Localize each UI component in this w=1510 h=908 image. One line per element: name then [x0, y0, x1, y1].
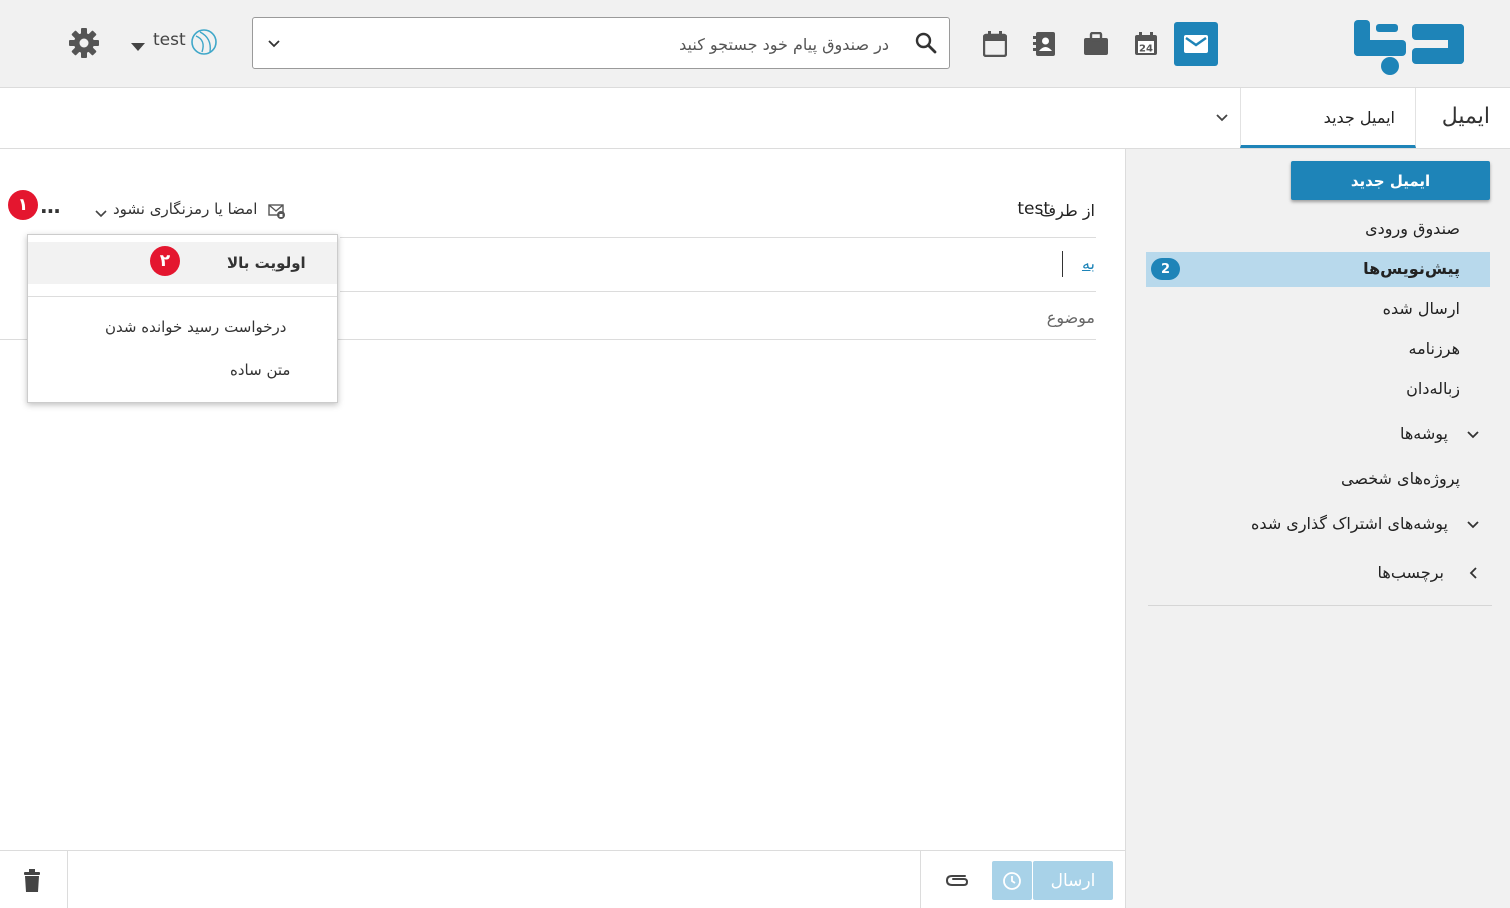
schedule-send-button[interactable]	[992, 861, 1032, 900]
message-body-editor[interactable]	[0, 341, 1124, 849]
shared-folders-chevron-down-icon[interactable]	[1466, 517, 1480, 536]
contacts-icon[interactable]	[1023, 22, 1067, 66]
briefcase-icon[interactable]	[1074, 22, 1118, 66]
mail-app-icon[interactable]	[1174, 22, 1218, 66]
menu-item-read-receipt[interactable]: درخواست رسید خوانده شدن	[105, 318, 286, 336]
footer-divider-left	[67, 851, 68, 908]
to-label-link[interactable]: به	[1082, 254, 1095, 273]
tab-new-email[interactable]: ایمیل جدید	[1240, 88, 1416, 148]
sidebar-item-spam[interactable]: هرزنامه	[1409, 339, 1460, 358]
more-options-button[interactable]: ...	[40, 194, 61, 218]
from-value[interactable]: test	[1017, 199, 1050, 219]
sidebar-item-sent[interactable]: ارسال شده	[1383, 299, 1460, 318]
annotation-badge-1: ۱	[8, 190, 38, 220]
sidebar-item-drafts-label[interactable]: پیش‌نویس‌ها	[1363, 259, 1460, 278]
annotation-badge-2: ۲	[150, 246, 180, 276]
sidebar-item-shared-folders[interactable]: پوشه‌های اشتراک گذاری شده	[1251, 514, 1448, 533]
calendar-icon[interactable]	[973, 22, 1017, 66]
search-icon[interactable]	[915, 32, 937, 58]
app-title: ایمیل	[1441, 104, 1490, 129]
settings-gear-icon[interactable]	[68, 27, 100, 63]
sidebar-item-labels[interactable]: برچسب‌ها	[1378, 563, 1444, 582]
envelope-lock-icon	[268, 202, 286, 224]
to-divider	[340, 291, 1096, 292]
sidebar-item-inbox[interactable]: صندوق ورودی	[1365, 219, 1460, 238]
sidebar-divider	[1148, 605, 1492, 606]
search-options-chevron-icon[interactable]	[267, 36, 281, 55]
sidebar-item-trash[interactable]: زباله‌دان	[1406, 379, 1460, 398]
subject-field[interactable]: موضوع	[1047, 308, 1095, 327]
menu-divider	[28, 296, 337, 297]
account-avatar[interactable]	[188, 26, 220, 62]
toka-logo[interactable]	[1350, 10, 1470, 78]
attachment-paperclip-icon[interactable]	[944, 870, 970, 894]
footer-divider-right	[920, 851, 921, 908]
to-field-cursor	[1062, 251, 1063, 277]
search-box[interactable]	[252, 17, 950, 69]
tabs-dropdown-chevron-icon[interactable]	[1203, 88, 1240, 148]
security-option-select[interactable]: امضا یا رمزنگاری نشود	[113, 200, 257, 218]
security-chevron-down-icon[interactable]	[94, 205, 108, 224]
calendar-24-icon[interactable]: 24	[1124, 22, 1168, 66]
menu-item-high-priority-label[interactable]: اولویت بالا	[227, 254, 306, 272]
trash-icon[interactable]	[22, 869, 42, 897]
search-input[interactable]	[329, 30, 889, 58]
labels-chevron-left-icon[interactable]	[1467, 565, 1481, 584]
account-name[interactable]: test	[153, 30, 186, 50]
clock-icon	[1003, 871, 1021, 890]
from-divider	[340, 237, 1096, 238]
drafts-count-badge: 2	[1151, 258, 1180, 280]
menu-item-plain-text[interactable]: متن ساده	[230, 361, 290, 379]
sidebar-item-folders[interactable]: پوشه‌ها	[1400, 424, 1448, 443]
account-dropdown-caret-icon[interactable]	[130, 37, 146, 56]
sidebar-item-personal-projects[interactable]: پروژه‌های شخصی	[1341, 469, 1460, 488]
new-email-button[interactable]: ایمیل جدید	[1291, 161, 1490, 200]
send-button[interactable]: ارسال	[1033, 861, 1113, 900]
folders-chevron-down-icon[interactable]	[1466, 427, 1480, 446]
calendar-day-number: 24	[1139, 44, 1153, 55]
